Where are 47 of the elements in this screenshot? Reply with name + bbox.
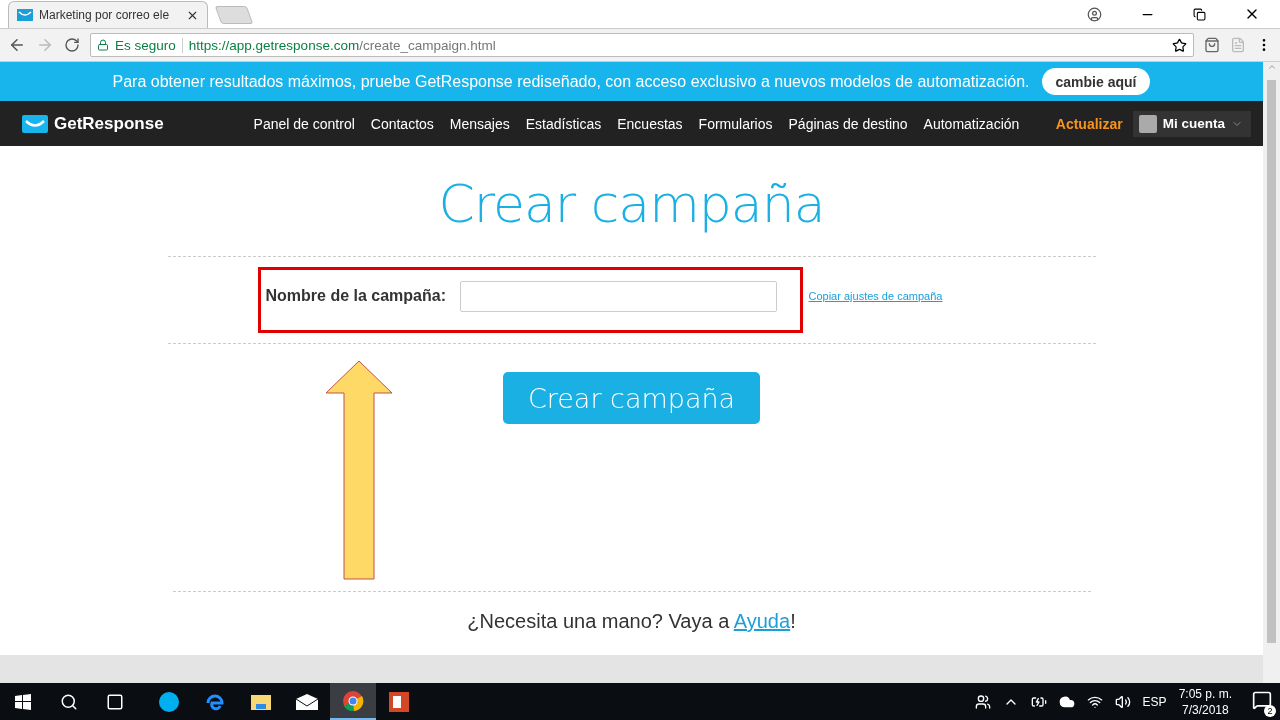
people-icon[interactable] xyxy=(974,693,991,710)
nav-link[interactable]: Páginas de destino xyxy=(788,115,908,132)
taskbar-app[interactable] xyxy=(330,683,376,720)
field-label: Nombre de la campaña: xyxy=(265,287,446,305)
scrollbar[interactable] xyxy=(1263,62,1280,683)
upgrade-link[interactable]: Actualizar xyxy=(1055,115,1123,132)
switch-button[interactable]: cambie aquí xyxy=(1041,68,1151,95)
tab-title: Marketing por correo ele xyxy=(39,8,171,22)
star-icon[interactable] xyxy=(1172,37,1187,53)
security-label: Es seguro xyxy=(115,37,183,53)
envelope-icon xyxy=(17,9,33,21)
profile-icon[interactable] xyxy=(1087,6,1102,22)
campaign-name-input[interactable] xyxy=(460,280,777,312)
restore-icon[interactable] xyxy=(1193,7,1206,21)
avatar-placeholder xyxy=(1138,114,1157,133)
chrome-icon xyxy=(342,689,364,712)
speaker-icon[interactable] xyxy=(1114,693,1131,710)
logo-text: GetResponse xyxy=(54,113,164,134)
page-title: Crear campaña xyxy=(438,174,825,234)
promo-text: Para obtener resultados máximos, pruebe GetResponse rediseñado, con acceso exclusivo a nuevos modelos de automatización. xyxy=(112,72,1030,91)
envelope-icon xyxy=(295,692,319,711)
presentation-app-icon xyxy=(388,690,410,713)
windows-icon xyxy=(15,693,31,710)
notification-icon[interactable] xyxy=(1252,690,1272,710)
nav-link[interactable]: Encuestas xyxy=(617,115,683,132)
address-bar[interactable]: Es seguro https://app.getresponse.com/create_campaign.html xyxy=(90,33,1194,57)
bag-icon[interactable] xyxy=(1204,37,1220,53)
browser-tab[interactable]: Marketing por correo ele xyxy=(8,1,208,28)
nav-link[interactable]: Contactos xyxy=(370,115,434,132)
language-indicator[interactable]: ESP xyxy=(1142,694,1167,709)
nav-link[interactable]: Automatización xyxy=(923,115,1020,132)
nav-link[interactable]: Formularios xyxy=(698,115,773,132)
task-view-icon xyxy=(106,692,124,711)
account-menu[interactable]: Mi cuenta xyxy=(1132,110,1251,137)
search-icon xyxy=(60,692,78,711)
folder-icon xyxy=(250,692,272,711)
reload-icon[interactable] xyxy=(64,37,80,53)
back-icon[interactable] xyxy=(8,36,26,54)
logo-icon xyxy=(22,114,48,133)
nav-link[interactable]: Mensajes xyxy=(449,115,510,132)
lock-icon xyxy=(97,39,109,51)
notification-count: 2 xyxy=(1264,705,1276,717)
help-text: ¿Necesita una mano? Vaya a Ayuda! xyxy=(467,610,796,633)
nav-link[interactable]: Panel de control xyxy=(253,115,355,132)
url-text: https://app.getresponse.com/create_campaign.html xyxy=(188,37,496,53)
clock[interactable]: 7:05 p. m. 7/3/2018 xyxy=(1178,685,1232,718)
nav-link[interactable]: Estadísticas xyxy=(525,115,602,132)
